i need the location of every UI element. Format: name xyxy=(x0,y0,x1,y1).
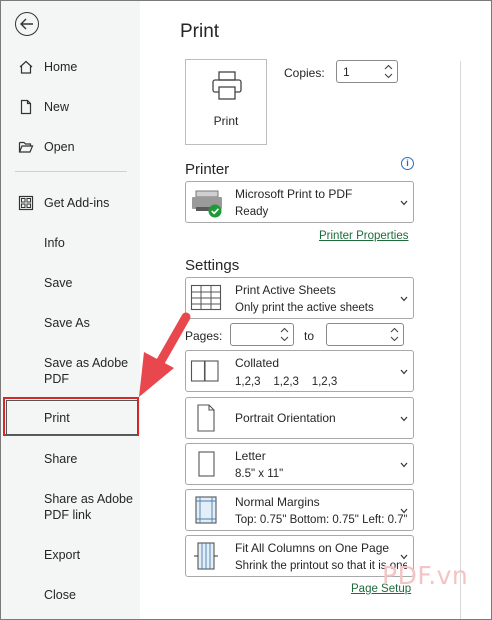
sidebar-item-label: Close xyxy=(44,588,76,602)
sidebar-item-label: Get Add-ins xyxy=(44,196,110,210)
setting-title: Normal Margins xyxy=(235,495,320,509)
sidebar-item-label: Share xyxy=(44,452,78,466)
printer-name: Microsoft Print to PDF xyxy=(235,187,353,201)
margins-icon xyxy=(195,496,217,524)
sidebar-item-home[interactable]: Home xyxy=(1,48,140,86)
sidebar-item-label: Export xyxy=(44,548,81,562)
setting-desc: Top: 0.75" Bottom: 0.75" Left: 0.7" Righ… xyxy=(235,514,407,526)
sidebar-divider xyxy=(15,171,127,172)
sidebar-item-share[interactable]: Share xyxy=(1,440,140,478)
printer-ready-icon xyxy=(192,190,222,218)
sidebar-item-open[interactable]: Open xyxy=(1,128,140,166)
sidebar-item-save[interactable]: Save xyxy=(1,264,140,302)
paper-size-dropdown[interactable]: Letter 8.5" x 11" xyxy=(185,443,414,485)
back-button[interactable] xyxy=(15,12,39,36)
setting-desc: Only print the active sheets xyxy=(235,302,374,314)
fit-columns-icon xyxy=(194,542,218,570)
printer-dropdown[interactable]: Microsoft Print to PDF Ready xyxy=(185,181,414,223)
setting-title: Print Active Sheets xyxy=(235,283,336,297)
print-what-dropdown[interactable]: Print Active Sheets Only print the activ… xyxy=(185,277,414,319)
collation-dropdown[interactable]: Collated 1,2,3 1,2,3 1,2,3 xyxy=(185,350,414,392)
chevron-down-icon xyxy=(400,200,408,206)
print-panel: Print Print Copies: 1 Printer i Microsof… xyxy=(140,1,491,620)
info-icon[interactable]: i xyxy=(401,157,414,170)
sidebar-item-label: New xyxy=(44,100,70,114)
sidebar-item-label: Open xyxy=(44,140,75,154)
sidebar-item-save-as-adobe-pdf[interactable]: Save as Adobe PDF xyxy=(1,353,140,389)
backstage-sidebar: Home New Open Get Add-ins Info Save Save… xyxy=(1,1,140,619)
pages-to-input[interactable] xyxy=(326,323,404,346)
pages-label: Pages: xyxy=(185,329,223,343)
to-label: to xyxy=(304,329,315,343)
printer-icon xyxy=(212,71,242,100)
chevron-down-icon xyxy=(400,508,408,514)
settings-heading: Settings xyxy=(185,257,240,274)
pages-from-input[interactable] xyxy=(230,323,294,346)
sidebar-item-label: Share as Adobe PDF link xyxy=(44,492,133,522)
sidebar-item-label: Save xyxy=(44,276,73,290)
spin-arrows-icon[interactable] xyxy=(390,326,399,343)
add-ins-grid-icon xyxy=(18,195,34,211)
spin-arrows-icon[interactable] xyxy=(280,326,289,343)
home-icon xyxy=(18,59,34,75)
watermark-text: PDF.vn xyxy=(382,561,469,590)
folder-open-icon xyxy=(18,139,34,155)
setting-title: Collated xyxy=(235,356,280,370)
chevron-down-icon xyxy=(400,554,408,560)
arrow-left-icon xyxy=(20,18,33,30)
chevron-down-icon xyxy=(400,369,408,375)
scaling-dropdown[interactable]: Fit All Columns on One Page Shrink the p… xyxy=(185,535,414,577)
print-button-label: Print xyxy=(213,114,239,128)
sidebar-item-share-as-adobe-pdf-link[interactable]: Share as Adobe PDF link xyxy=(1,489,140,525)
portrait-page-icon xyxy=(197,404,215,432)
copies-label: Copies: xyxy=(284,66,325,80)
chevron-down-icon xyxy=(400,416,408,422)
sheet-grid-icon xyxy=(190,284,222,311)
collated-pages-icon xyxy=(190,360,219,382)
copies-value: 1 xyxy=(343,65,350,79)
new-document-icon xyxy=(18,99,34,115)
page-title: Print xyxy=(180,21,220,42)
setting-title: Letter xyxy=(235,449,266,463)
sidebar-item-label: Info xyxy=(44,236,65,250)
orientation-dropdown[interactable]: Portrait Orientation xyxy=(185,397,414,439)
sidebar-item-get-add-ins[interactable]: Get Add-ins xyxy=(1,184,140,222)
print-button[interactable]: Print xyxy=(185,59,267,145)
chevron-down-icon xyxy=(400,462,408,468)
preview-divider xyxy=(460,61,461,620)
margins-dropdown[interactable]: Normal Margins Top: 0.75" Bottom: 0.75" … xyxy=(185,489,414,531)
sidebar-item-new[interactable]: New xyxy=(1,88,140,126)
sidebar-item-save-as[interactable]: Save As xyxy=(1,304,140,342)
sidebar-item-label: Save As xyxy=(44,316,90,330)
chevron-down-icon xyxy=(400,296,408,302)
printer-heading: Printer xyxy=(185,161,230,178)
sidebar-item-info[interactable]: Info xyxy=(1,224,140,262)
sidebar-item-label: Home xyxy=(44,60,78,74)
setting-title: Portrait Orientation xyxy=(235,411,336,425)
paper-size-icon xyxy=(198,451,215,477)
setting-title: Fit All Columns on One Page xyxy=(235,541,390,555)
printer-properties-link[interactable]: Printer Properties xyxy=(319,230,408,242)
copies-stepper[interactable]: 1 xyxy=(336,60,398,83)
sidebar-item-export[interactable]: Export xyxy=(1,536,140,574)
setting-desc: 8.5" x 11" xyxy=(235,468,284,480)
sidebar-item-close[interactable]: Close xyxy=(1,576,140,614)
setting-desc: 1,2,3 1,2,3 1,2,3 xyxy=(235,376,338,388)
print-highlight-box xyxy=(3,397,139,436)
sidebar-item-label: Save as Adobe PDF xyxy=(44,356,129,386)
printer-status: Ready xyxy=(235,206,269,218)
spin-arrows-icon[interactable] xyxy=(384,63,393,80)
